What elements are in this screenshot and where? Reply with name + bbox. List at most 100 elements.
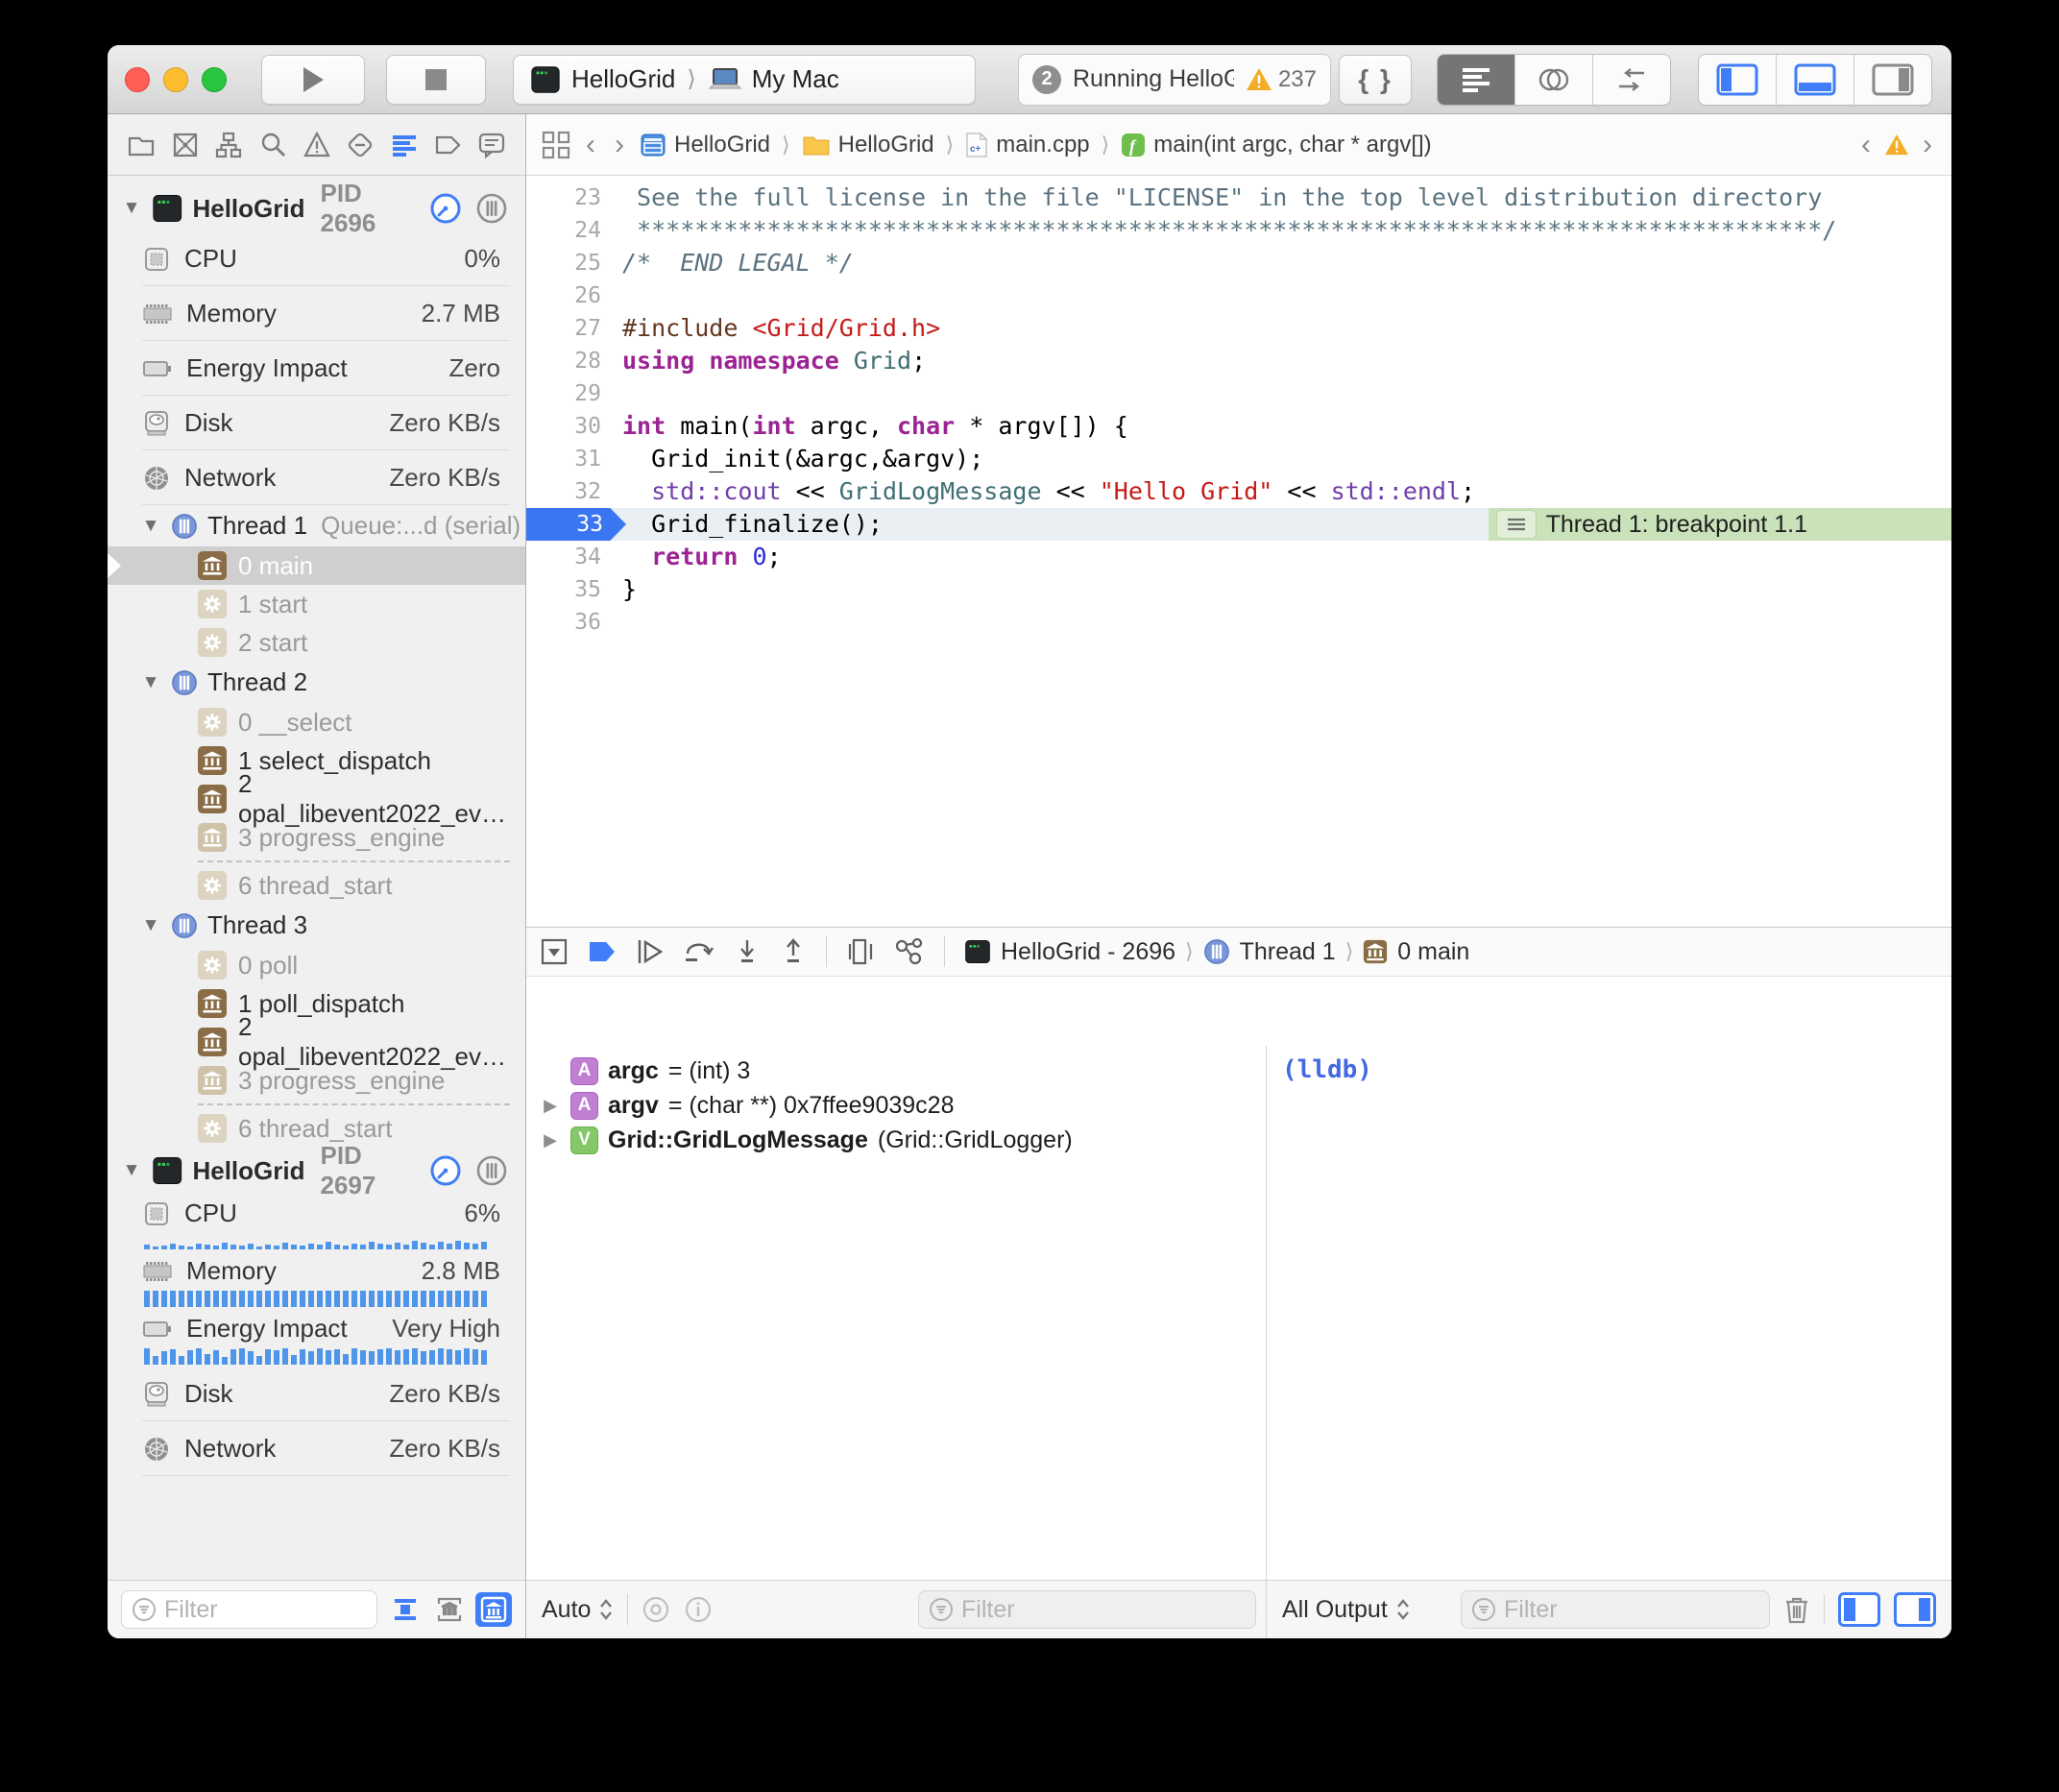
filter-processes-button[interactable] [475, 1592, 512, 1627]
disclosure-triangle-icon[interactable]: ▼ [140, 915, 161, 936]
stack-frame-row[interactable]: 3 progress_engine [108, 818, 525, 857]
line-number[interactable]: 29 [526, 377, 615, 410]
console-view[interactable]: (lldb) [1266, 1046, 1951, 1580]
stack-frame-row[interactable]: 2 opal_libevent2022_ev… [108, 1023, 525, 1061]
line-number[interactable]: 26 [526, 279, 615, 312]
code-review-button[interactable]: { } [1339, 55, 1412, 105]
continue-button[interactable] [636, 938, 665, 965]
line-number[interactable]: 23 [526, 182, 615, 214]
line-number[interactable]: 36 [526, 606, 615, 639]
gauge-button[interactable] [429, 192, 462, 225]
line-number[interactable]: 24 [526, 214, 615, 247]
inspector-toggle-button[interactable] [1854, 55, 1931, 105]
navigator-tab-breakpoints[interactable] [431, 129, 464, 161]
code-text[interactable]: See the full license in the file "LICENS… [622, 182, 1822, 214]
navigator-tab-reports[interactable] [475, 129, 508, 161]
variables-scope-popup[interactable]: Auto [542, 1596, 614, 1624]
disclosure-triangle-icon[interactable]: ▼ [140, 672, 161, 693]
gauge-row-cpu[interactable]: CPU6% [108, 1194, 525, 1251]
jumpbar-item-file[interactable]: c+ main.cpp [965, 132, 1089, 158]
activity-viewer[interactable]: 2 Running HelloGrid 237 [1018, 54, 1331, 106]
scheme-selector[interactable]: HelloGrid ⟩ My Mac [513, 55, 976, 105]
navigator-tab-source-control[interactable] [169, 129, 202, 161]
stack-frame-row[interactable]: 2 start [108, 623, 525, 662]
stack-frame-row[interactable]: 6 thread_start [108, 1109, 525, 1148]
gauge-row-memory[interactable]: Memory2.7 MB [108, 286, 525, 341]
navigator-tab-tests[interactable] [344, 129, 376, 161]
step-into-button[interactable] [734, 938, 761, 965]
gauge-row-network[interactable]: NetworkZero KB/s [108, 450, 525, 505]
breadcrumb-thread[interactable]: Thread 1 [1240, 938, 1336, 966]
breadcrumb-process[interactable]: HelloGrid - 2696 [1001, 938, 1175, 966]
issues-summary[interactable]: 237 [1246, 66, 1317, 93]
zoom-button[interactable] [202, 67, 227, 92]
jumpbar-item-symbol[interactable]: f main(int argc, char * argv[]) [1121, 132, 1431, 158]
filter-frames-button[interactable] [431, 1592, 468, 1627]
jumpbar-item-group[interactable]: HelloGrid [802, 132, 934, 158]
line-number[interactable]: 28 [526, 345, 615, 377]
profile-button[interactable] [475, 192, 508, 225]
stack-frame-row[interactable]: 0 main [108, 546, 525, 585]
memory-graph-button[interactable] [894, 937, 925, 966]
variable-row[interactable]: A argc= (int) 3 [526, 1053, 1266, 1088]
navigator-tab-issues[interactable] [301, 129, 333, 161]
minimize-button[interactable] [163, 67, 188, 92]
thread-row[interactable]: ▼ Thread 1Queue:...d (serial) [108, 505, 525, 546]
disclosure-triangle-icon[interactable]: ▼ [121, 1160, 142, 1181]
stack-frame-row[interactable]: 0 poll [108, 946, 525, 984]
next-issue-button[interactable]: › [1919, 129, 1936, 161]
jumpbar-item-project[interactable]: HelloGrid [640, 132, 770, 158]
disclosure-triangle-icon[interactable]: ▼ [121, 198, 142, 219]
process-row[interactable]: ▼ HelloGridPID 2697 [108, 1148, 525, 1194]
gauge-row-memory[interactable]: Memory2.8 MB [108, 1251, 525, 1309]
source-editor[interactable]: 23 See the full license in the file "LIC… [526, 176, 1951, 927]
info-icon[interactable] [684, 1595, 713, 1624]
console-output-popup[interactable]: All Output [1282, 1596, 1411, 1624]
line-number[interactable]: 34 [526, 541, 615, 573]
line-number[interactable]: 31 [526, 443, 615, 475]
code-text[interactable]: std::cout << GridLogMessage << "Hello Gr… [622, 475, 1475, 508]
navigator-tab-find[interactable] [256, 129, 289, 161]
stop-button[interactable] [386, 55, 486, 105]
debug-area-toggle-button[interactable] [1777, 55, 1854, 105]
code-text[interactable]: Grid_finalize(); [622, 508, 883, 541]
stack-frame-row[interactable]: 3 progress_engine [108, 1061, 525, 1100]
disclosure-triangle-icon[interactable]: ▶ [540, 1096, 561, 1116]
previous-issue-button[interactable]: ‹ [1857, 129, 1875, 161]
code-text[interactable]: using namespace Grid; [622, 345, 926, 377]
thread-row[interactable]: ▼ Thread 3 [108, 905, 525, 946]
view-hierarchy-button[interactable] [846, 937, 875, 966]
gauge-row-energy-impact[interactable]: Energy ImpactZero [108, 341, 525, 396]
run-button[interactable] [261, 55, 365, 105]
console-filter-field[interactable]: Filter [1461, 1590, 1770, 1629]
standard-editor-button[interactable] [1438, 55, 1515, 105]
code-text[interactable]: Grid_init(&argc,&argv); [622, 443, 983, 475]
variables-filter-field[interactable]: Filter [918, 1590, 1256, 1629]
variables-view-toggle[interactable] [1838, 1592, 1880, 1627]
breadcrumb-frame[interactable]: 0 main [1397, 938, 1469, 966]
line-number[interactable]: 30 [526, 410, 615, 443]
breakpoint-annotation[interactable]: Thread 1: breakpoint 1.1 [1489, 508, 1951, 541]
navigator-toggle-button[interactable] [1699, 55, 1777, 105]
variable-row[interactable]: ▶ A argv= (char **) 0x7ffee9039c28 [526, 1088, 1266, 1123]
hide-debug-area-button[interactable] [540, 937, 569, 966]
disclosure-triangle-icon[interactable]: ▼ [140, 516, 161, 537]
breakpoint-badge[interactable]: 33 [526, 508, 626, 541]
console-view-toggle[interactable] [1894, 1592, 1936, 1627]
stack-frame-row[interactable]: 2 opal_libevent2022_ev… [108, 780, 525, 818]
stack-frame-row[interactable]: 1 start [108, 585, 525, 623]
gauge-row-disk[interactable]: DiskZero KB/s [108, 1367, 525, 1421]
clear-console-button[interactable] [1783, 1595, 1810, 1624]
stack-frame-row[interactable]: 6 thread_start [108, 866, 525, 905]
back-button[interactable]: ‹ [582, 129, 599, 161]
navigator-tab-project[interactable] [125, 129, 157, 161]
code-text[interactable]: #include <Grid/Grid.h> [622, 312, 940, 345]
warning-icon[interactable] [1884, 133, 1909, 156]
related-items-icon[interactable] [542, 131, 570, 159]
stack-frame-row[interactable]: 0 __select [108, 703, 525, 741]
gauge-row-cpu[interactable]: CPU0% [108, 231, 525, 286]
code-text[interactable]: /* END LEGAL */ [622, 247, 854, 279]
version-editor-button[interactable] [1593, 55, 1670, 105]
breakpoints-toggle-button[interactable] [588, 940, 617, 963]
forward-button[interactable]: › [611, 129, 628, 161]
